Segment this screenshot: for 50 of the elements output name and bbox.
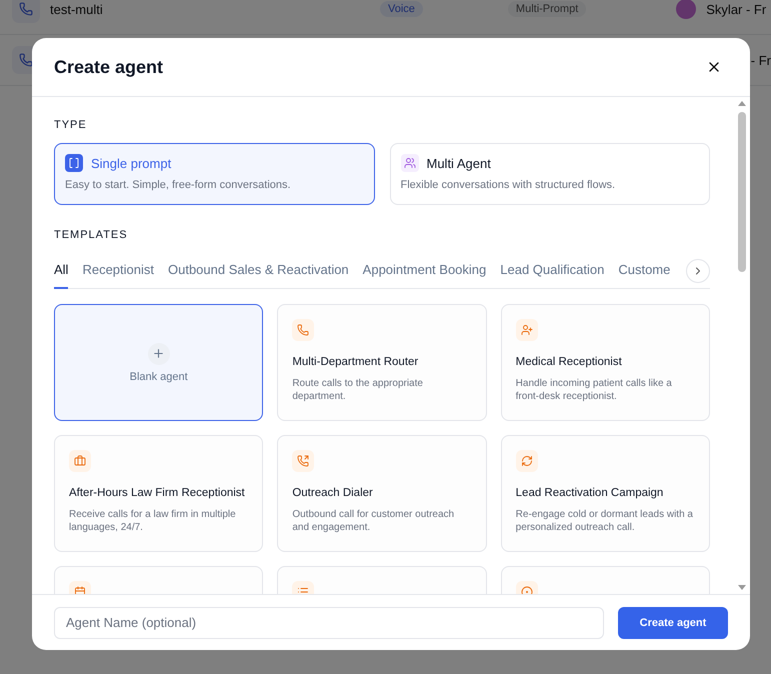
template-name: Medical Receptionist <box>516 356 623 368</box>
template-card[interactable]: After-Hours Law Firm Receptionist Receive calls for a law firm in multiple languages, 24/7. <box>54 435 264 552</box>
channel-tag: Voice <box>380 1 423 17</box>
template-description: Route calls to the appropriate department. <box>292 377 424 403</box>
phone-icon <box>12 0 40 23</box>
card-title: Blank agent <box>130 370 188 382</box>
type-name: Multi Agent <box>426 156 491 170</box>
template-description: Receive calls for a law firm in multiple languages, 24/7. <box>69 508 237 534</box>
template-name: Lead Reactivation Campaign <box>516 487 664 499</box>
template-description: Outbound call for customer outreach and engagement. <box>292 508 456 534</box>
user-plus-icon <box>516 319 538 341</box>
template-card[interactable]: Outreach Dialer Outbound call for customer outreach and engagement. <box>277 435 487 552</box>
template-description: Handle incoming patient calls like a front-desk receptionist. <box>516 377 673 403</box>
template-card[interactable]: Multi-Department Router Route calls to the appropriate department. <box>277 304 487 421</box>
category-tab[interactable]: All <box>54 253 68 289</box>
category-tab[interactable]: Custome <box>618 253 670 289</box>
section-label: TEMPLATES <box>54 229 129 241</box>
agent-name: test-multi <box>50 2 104 16</box>
category-tab[interactable]: Outbound Sales & Reactivation <box>168 253 349 289</box>
plus-icon <box>148 342 170 364</box>
avatar <box>676 0 696 19</box>
agent-type-option[interactable]: Single prompt Easy to start. Simple, free-form conversations. <box>54 143 374 205</box>
type-tag: Multi-Prompt <box>508 1 586 17</box>
type-description: Flexible conversations with structured flows. <box>400 179 616 191</box>
create-agent-button[interactable]: Create agent <box>618 606 728 638</box>
users-icon <box>400 154 418 172</box>
dialog-title: Create agent <box>54 56 164 78</box>
brackets-icon <box>65 154 83 172</box>
agent-type-option[interactable]: Multi Agent Flexible conversations with structured flows. <box>390 143 710 205</box>
phone-icon <box>292 319 314 341</box>
category-tab[interactable]: Appointment Booking <box>362 253 486 289</box>
category-tab[interactable]: Receptionist <box>82 253 154 289</box>
agent-name-field[interactable]: Agent Name (optional) <box>54 606 604 638</box>
template-description: Re-engage cold or dormant leads with a personalized outreach call. <box>516 508 694 534</box>
voice-name: Skylar - Fr <box>706 2 766 16</box>
category-tab[interactable]: Lead Qualification <box>500 253 604 289</box>
type-name: Single prompt <box>91 156 172 170</box>
briefcase-icon <box>69 450 91 472</box>
template-card[interactable]: Medical Receptionist Handle incoming patient calls like a front-desk receptionist. <box>500 304 710 421</box>
template-name: After-Hours Law Firm Receptionist <box>69 487 246 499</box>
template-name: Multi-Department Router <box>292 356 420 368</box>
refresh-icon <box>516 450 538 472</box>
template-card[interactable]: Lead Reactivation Campaign Re-engage cold or dormant leads with a personalized outreach call. <box>500 435 710 552</box>
scroll-right-button[interactable] <box>686 258 710 282</box>
blank-agent-card[interactable]: Blank agent <box>54 304 264 421</box>
type-description: Easy to start. Simple, free-form conversations. <box>65 179 292 191</box>
phone-outgoing-icon <box>292 450 314 472</box>
section-label: TYPE <box>54 119 88 131</box>
template-name: Outreach Dialer <box>292 487 374 499</box>
voice-name: - Fr <box>750 52 771 68</box>
